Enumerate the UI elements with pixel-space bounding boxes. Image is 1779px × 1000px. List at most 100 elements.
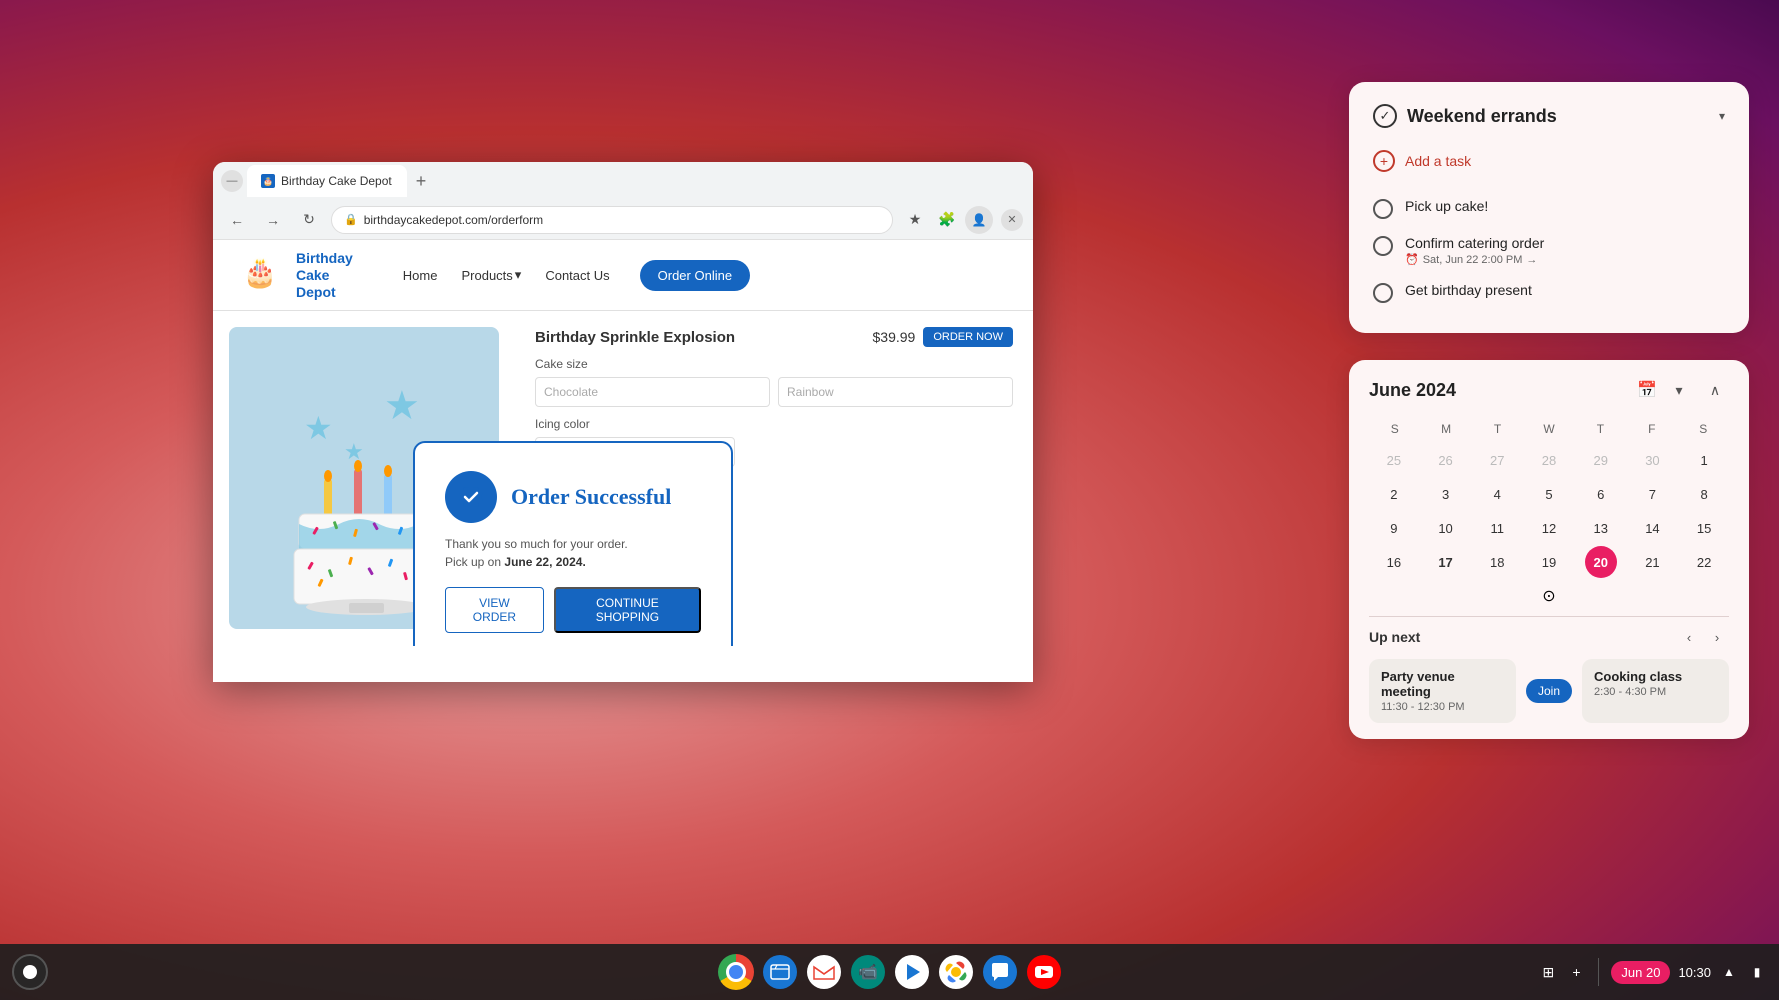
cal-day-19[interactable]: 19 [1533,546,1565,578]
bookmark-btn[interactable]: ★ [901,206,929,234]
taskbar-chat-icon[interactable] [980,952,1020,992]
tray-plus-icon[interactable]: + [1566,962,1586,982]
tray-screen-icon[interactable]: ⊞ [1538,962,1558,982]
site-logo: 🎂 BirthdayCakeDepot [233,250,353,300]
photos-svg [939,955,973,989]
up-next-prev-btn[interactable]: ‹ [1677,625,1701,649]
record-btn[interactable] [12,954,48,990]
task-2-checkbox[interactable] [1373,236,1393,256]
event-1-join-btn[interactable]: Join [1526,679,1572,703]
cal-day-6[interactable]: 6 [1585,478,1617,510]
modal-body: Thank you so much for your order. Pick u… [445,535,701,571]
cal-day-21[interactable]: 21 [1636,546,1668,578]
cal-day-16[interactable]: 16 [1378,546,1410,578]
taskbar-files-icon[interactable] [760,952,800,992]
calendar-icon[interactable]: 📅 [1637,380,1657,400]
calendar-divider [1369,616,1729,617]
taskbar-youtube-icon[interactable] [1024,952,1064,992]
battery-icon: ▮ [1747,962,1767,982]
taskbar-gmail-icon[interactable] [804,952,844,992]
cal-day-28[interactable]: 28 [1533,444,1565,476]
tasks-dropdown-arrow[interactable]: ▾ [1719,109,1725,123]
task-1-checkbox[interactable] [1373,199,1393,219]
wifi-icon: ▲ [1719,962,1739,982]
nav-contact[interactable]: Contact Us [545,268,609,283]
modal-actions: VIEW ORDER CONTINUE SHOPPING [445,587,701,633]
modal-header: Order Successful [445,471,701,523]
address-bar[interactable]: 🔒 birthdaycakedepot.com/orderform [331,206,893,234]
cal-day-29[interactable]: 29 [1585,444,1617,476]
cal-day-12[interactable]: 12 [1533,512,1565,544]
task-item-2: Confirm catering order ⏰ Sat, Jun 22 2:0… [1373,227,1725,274]
cal-day-2[interactable]: 2 [1378,478,1410,510]
cal-label-f: F [1626,418,1677,440]
back-btn[interactable]: ← [223,206,251,234]
nav-order-btn[interactable]: Order Online [640,260,750,291]
continue-shopping-btn[interactable]: CONTINUE SHOPPING [554,587,701,633]
cal-day-26[interactable]: 26 [1430,444,1462,476]
cal-day-10[interactable]: 10 [1430,512,1462,544]
tab-favicon: 🎂 [261,174,275,188]
add-task-row[interactable]: + Add a task [1373,144,1725,178]
order-now-btn[interactable]: ORDER NOW [923,327,1013,347]
tasks-title: Weekend errands [1407,106,1709,127]
website-content: 🎂 BirthdayCakeDepot Home Products ▾ Cont… [213,240,1033,646]
cal-day-11[interactable]: 11 [1481,512,1513,544]
event-1-title: Party venue meeting [1381,669,1504,699]
refresh-btn[interactable]: ↻ [295,206,323,234]
play-svg [895,955,929,989]
taskbar-meet-icon[interactable]: 📹 [848,952,888,992]
cal-day-9[interactable]: 9 [1378,512,1410,544]
cal-day-25[interactable]: 25 [1378,444,1410,476]
cal-day-20-today[interactable]: 20 [1585,546,1617,578]
browser-minimize-btn[interactable]: — [221,170,243,192]
nav-home[interactable]: Home [403,268,438,283]
flavor-inputs: Chocolate Rainbow [535,377,1013,407]
up-next-next-btn[interactable]: › [1705,625,1729,649]
calendar-chevron-down[interactable]: ▾ [1665,376,1693,404]
taskbar-play-icon[interactable] [892,952,932,992]
cal-day-17[interactable]: 17 [1430,546,1462,578]
cal-day-8[interactable]: 8 [1688,478,1720,510]
cal-day-5[interactable]: 5 [1533,478,1565,510]
cal-day-14[interactable]: 14 [1636,512,1668,544]
cal-day-18[interactable]: 18 [1481,546,1513,578]
cal-day-30[interactable]: 30 [1636,444,1668,476]
cal-label-m: M [1420,418,1471,440]
browser-close-btn[interactable]: ✕ [1001,209,1023,231]
cal-day-7[interactable]: 7 [1636,478,1668,510]
up-next-section: Up next ‹ › Party venue meeting 11:30 - … [1369,625,1729,723]
flavor-input-1[interactable]: Chocolate [535,377,770,407]
nav-products[interactable]: Products ▾ [461,267,521,283]
profile-btn[interactable]: 👤 [965,206,993,234]
calendar-collapse-btn[interactable]: ∧ [1701,376,1729,404]
task-2-time: Sat, Jun 22 2:00 PM [1423,254,1523,266]
taskbar-divider [1598,958,1599,986]
cal-day-4[interactable]: 4 [1481,478,1513,510]
active-tab[interactable]: 🎂 Birthday Cake Depot [247,165,407,197]
flavor-input-2[interactable]: Rainbow [778,377,1013,407]
cal-day-13[interactable]: 13 [1585,512,1617,544]
cal-day-1[interactable]: 1 [1688,444,1720,476]
task-3-checkbox[interactable] [1373,283,1393,303]
taskbar-chrome-icon[interactable] [716,952,756,992]
extensions-btn[interactable]: 🧩 [933,206,961,234]
view-order-btn[interactable]: VIEW ORDER [445,587,544,633]
nav-products-label: Products [461,268,512,283]
taskbar: 📹 [0,944,1779,1000]
cal-day-3[interactable]: 3 [1430,478,1462,510]
svg-text:★: ★ [384,384,420,428]
cal-day-15[interactable]: 15 [1688,512,1720,544]
youtube-svg [1027,955,1061,989]
add-task-label[interactable]: Add a task [1405,153,1471,169]
new-tab-btn[interactable]: + [407,167,435,195]
logo-text: BirthdayCakeDepot [296,250,353,300]
forward-btn[interactable]: → [259,206,287,234]
cal-day-27[interactable]: 27 [1481,444,1513,476]
toolbar-actions: ★ 🧩 👤 [901,206,993,234]
calendar-expand-icon[interactable]: ⊙ [1369,586,1729,606]
taskbar-photos-icon[interactable] [936,952,976,992]
status-date[interactable]: Jun 20 [1611,961,1670,984]
cal-day-22[interactable]: 22 [1688,546,1720,578]
checkmark-badge-svg [457,483,485,511]
